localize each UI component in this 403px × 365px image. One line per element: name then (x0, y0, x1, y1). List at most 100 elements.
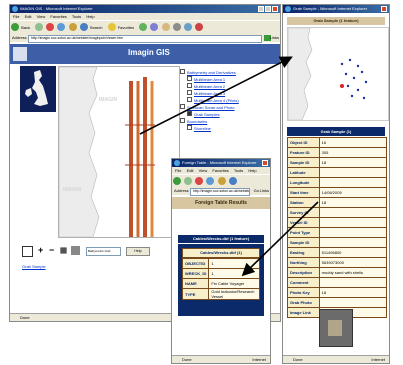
minimize-icon[interactable] (258, 6, 264, 12)
layer-grab-samples[interactable]: Grab Samples (194, 112, 220, 117)
links-label[interactable]: Links (260, 187, 269, 195)
checkbox-icon[interactable] (187, 90, 192, 95)
back-icon[interactable] (11, 23, 19, 31)
table-row: Survey ID (287, 207, 388, 218)
grab-window-titlebar[interactable]: Grab Sample - Microsoft Internet Explore… (283, 5, 389, 13)
field-name: Photo Key (287, 287, 320, 298)
internet-explorer-icon (285, 6, 291, 12)
refresh-icon[interactable] (206, 177, 215, 185)
layer-multibeam-2[interactable]: Multibeam Area 2 (194, 84, 225, 89)
foreign-window-titlebar[interactable]: Foreign Table - Microsoft Internet Explo… (172, 159, 270, 167)
layer-item-mb4[interactable]: Multibeam Area 4 (Pilots) (180, 97, 280, 104)
stop-icon[interactable] (46, 23, 55, 31)
menu-file[interactable]: File (13, 14, 19, 19)
zoom-in-tool-icon[interactable]: + (38, 246, 43, 255)
layer-sidescan[interactable]: Sidescan Sonar and Photo (187, 105, 235, 110)
search-label[interactable]: Search (90, 25, 103, 30)
stop-icon[interactable] (195, 177, 204, 185)
grab-sample-result-link[interactable]: Grab Sample (22, 264, 46, 269)
menu-edit[interactable]: Edit (187, 168, 194, 173)
grab-zone-text: Internet (371, 357, 385, 362)
main-window-titlebar[interactable]: IMAGIN GIS - Microsoft Internet Explorer (10, 5, 280, 13)
search-icon[interactable] (79, 23, 88, 31)
field-name: Description (287, 267, 320, 278)
menu-view[interactable]: View (37, 14, 46, 19)
layer-item-mb2[interactable]: Multibeam Area 2 (180, 83, 280, 90)
results-area: Grab Sample (20, 261, 180, 313)
close-icon[interactable] (272, 6, 278, 12)
menu-tools[interactable]: Tools (72, 14, 81, 19)
layer-boundaries[interactable]: Boundaries (187, 119, 207, 124)
table-row: Feature ID 305 (287, 147, 388, 158)
grab-status-text: Done (293, 357, 303, 362)
foreign-table-window: Foreign Table - Microsoft Internet Explo… (171, 158, 271, 364)
layer-group-sidescan[interactable]: Sidescan Sonar and Photo (180, 104, 280, 111)
mail-icon[interactable] (161, 23, 170, 31)
zoom-out-tool-icon[interactable]: − (49, 246, 54, 255)
menu-favorites[interactable]: Favorites (212, 168, 228, 173)
favorites-label[interactable]: Favorites (118, 25, 134, 30)
grab-location-map[interactable] (287, 27, 389, 121)
history-icon[interactable] (150, 23, 159, 31)
layer-item-mb3[interactable]: Multibeam Area 3 (180, 90, 280, 97)
layer-multibeam-3[interactable]: Multibeam Area 3 (194, 91, 225, 96)
overview-map[interactable] (20, 66, 56, 112)
home-icon[interactable] (217, 177, 226, 185)
layer-item-grab[interactable]: Grab Samples (180, 111, 280, 118)
favorites-icon[interactable] (107, 23, 116, 31)
close-icon[interactable] (262, 160, 268, 166)
forward-icon[interactable] (35, 23, 44, 31)
table-row: Vessel ID (287, 217, 388, 228)
checkbox-icon[interactable] (180, 104, 185, 109)
forward-icon[interactable] (184, 177, 193, 185)
layer-item-mb1[interactable]: Multibeam Area 1 (180, 76, 280, 83)
print-icon[interactable] (172, 23, 181, 31)
go-button[interactable]: Go (254, 187, 259, 195)
menu-favorites[interactable]: Favorites (50, 14, 66, 19)
menu-help[interactable]: Help (86, 14, 94, 19)
checkbox-icon[interactable] (180, 118, 185, 123)
menu-tools[interactable]: Tools (234, 168, 243, 173)
info-tool-icon[interactable] (22, 246, 33, 257)
menu-edit[interactable]: Edit (25, 14, 32, 19)
pan-tool-icon[interactable] (57, 244, 70, 257)
checkbox-icon[interactable] (187, 125, 192, 130)
address-input[interactable]: http://imagin.soc.soton.ac.uk/website/im… (28, 35, 262, 43)
menu-file[interactable]: File (175, 168, 181, 173)
layer-item-shoreline[interactable]: Shoreline (180, 125, 280, 132)
home-icon[interactable] (68, 23, 77, 31)
checkbox-icon[interactable] (187, 97, 192, 102)
refresh-icon[interactable] (57, 23, 66, 31)
edit-icon[interactable] (183, 23, 192, 31)
links-label[interactable]: Links (270, 34, 279, 42)
survey-track-lines (125, 77, 155, 237)
table-row: WRECK_ID 1 (181, 268, 260, 279)
checkbox-icon[interactable] (187, 111, 192, 116)
layer-group-bathymetry[interactable]: Bathymetry and Derivatives (180, 69, 280, 76)
maximize-icon[interactable] (265, 6, 271, 12)
checkbox-icon[interactable] (187, 83, 192, 88)
status-text: Done (20, 315, 30, 320)
media-icon[interactable] (139, 23, 148, 31)
help-button[interactable]: Help (126, 247, 150, 256)
layer-multibeam-4[interactable]: Multibeam Area 4 (Pilots) (194, 98, 239, 103)
menu-view[interactable]: View (199, 168, 208, 173)
layer-multibeam-1[interactable]: Multibeam Area 1 (194, 77, 225, 82)
layer-select[interactable]: Bathymetric Grid (86, 247, 121, 256)
messenger-icon[interactable] (194, 23, 203, 31)
sample-points (340, 58, 368, 100)
close-icon[interactable] (381, 6, 387, 12)
menu-help[interactable]: Help (248, 168, 256, 173)
layer-shoreline[interactable]: Shoreline (194, 126, 211, 131)
search-icon[interactable] (228, 177, 237, 185)
layer-bathymetry[interactable]: Bathymetry and Derivatives (187, 70, 236, 75)
address-input[interactable]: http://imagin.soc.soton.ac.uk/website/im… (190, 188, 250, 196)
back-icon[interactable] (173, 177, 181, 185)
checkbox-icon[interactable] (187, 76, 192, 81)
full-extent-tool-icon[interactable] (71, 246, 80, 255)
field-name: Sample ID (287, 237, 320, 248)
back-label[interactable]: Back (21, 25, 30, 30)
layer-group-boundaries[interactable]: Boundaries (180, 118, 280, 125)
main-map[interactable]: IMAGIN IMAGIN (58, 66, 180, 238)
checkbox-icon[interactable] (180, 69, 185, 74)
